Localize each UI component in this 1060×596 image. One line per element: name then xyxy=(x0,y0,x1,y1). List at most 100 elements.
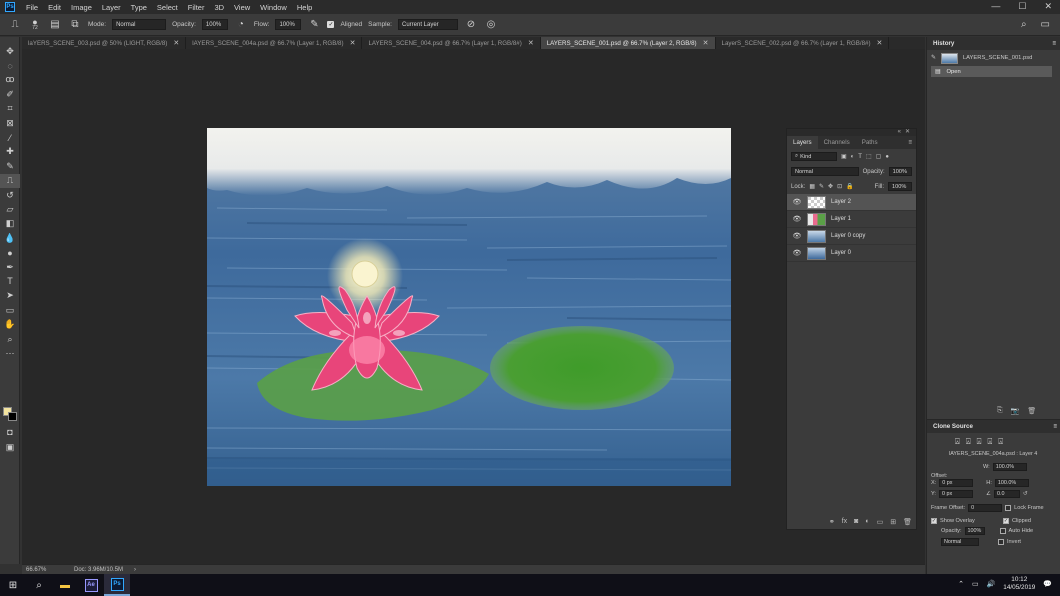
collapse-icon[interactable]: « xyxy=(898,129,901,136)
brush-preset-picker[interactable]: ● 72 xyxy=(28,17,42,32)
close-panel-icon[interactable]: ✕ xyxy=(905,129,910,136)
tab-layers-scene-004a[interactable]: lAYERS_SCENE_004a.psd @ 66.7% (Layer 1, … xyxy=(186,37,363,49)
overlay-mode-select[interactable]: Normal xyxy=(941,538,979,546)
visibility-eye-icon[interactable]: 👁 xyxy=(792,198,802,206)
tab-paths[interactable]: Paths xyxy=(856,136,884,149)
menu-type[interactable]: Type xyxy=(126,3,152,12)
tab-channels[interactable]: Channels xyxy=(818,136,856,149)
airbrush-icon[interactable]: ✎ xyxy=(307,18,321,32)
blend-mode-select[interactable]: Normal xyxy=(791,167,859,176)
screen-mode-icon[interactable]: ▣ xyxy=(0,440,20,454)
menu-filter[interactable]: Filter xyxy=(183,3,210,12)
overlay-opacity-field[interactable]: 100% xyxy=(964,527,985,535)
menu-3d[interactable]: 3D xyxy=(209,3,229,12)
fill-field[interactable]: 100% xyxy=(888,182,912,191)
rectangle-tool-icon[interactable]: ▭ xyxy=(0,303,20,317)
filter-shape-icon[interactable]: ⬚ xyxy=(866,153,872,160)
dodge-tool-icon[interactable]: ● xyxy=(0,245,20,259)
quick-select-tool-icon[interactable]: ✐ xyxy=(0,87,20,101)
filter-kind-select[interactable]: ⌕ Kind xyxy=(791,152,837,161)
path-select-tool-icon[interactable]: ➤ xyxy=(0,289,20,303)
lock-frame-checkbox[interactable] xyxy=(1005,505,1012,511)
layer-row[interactable]: 👁 Layer 1 xyxy=(787,211,916,228)
move-tool-icon[interactable]: ✥ xyxy=(0,44,20,58)
clone-source-1-icon[interactable]: ⍓ xyxy=(955,437,960,447)
lock-transparent-icon[interactable]: ▦ xyxy=(809,183,815,190)
file-explorer-icon[interactable]: ▬ xyxy=(52,574,78,596)
visibility-eye-icon[interactable]: 👁 xyxy=(792,249,802,257)
menu-window[interactable]: Window xyxy=(255,3,292,12)
close-tab-icon[interactable]: ✕ xyxy=(173,39,179,47)
opacity-field[interactable]: 100% xyxy=(201,19,228,30)
menu-file[interactable]: File xyxy=(21,3,43,12)
history-title[interactable]: History xyxy=(933,40,954,47)
volume-icon[interactable]: 🔊 xyxy=(987,580,996,588)
panel-menu-icon[interactable]: ≡ xyxy=(1053,423,1057,430)
menu-layer[interactable]: Layer xyxy=(97,3,126,12)
visibility-eye-icon[interactable]: 👁 xyxy=(792,215,802,223)
show-overlay-checkbox[interactable]: ✓ xyxy=(931,518,937,524)
healing-brush-tool-icon[interactable]: ✚ xyxy=(0,145,20,159)
clone-source-4-icon[interactable]: ⍓ xyxy=(987,437,992,447)
mode-select[interactable]: Normal xyxy=(112,19,167,30)
lock-artboard-icon[interactable]: ⊡ xyxy=(837,183,842,190)
panel-menu-icon[interactable]: ≡ xyxy=(1052,40,1056,47)
brush-tool-icon[interactable]: ✎ xyxy=(0,159,20,173)
width-scale-field[interactable]: 100.0% xyxy=(992,463,1027,471)
snapshot-camera-icon[interactable]: 📷 xyxy=(1011,407,1020,415)
x-offset-field[interactable]: 0 px xyxy=(939,479,974,487)
quick-mask-icon[interactable]: ◘ xyxy=(0,425,20,439)
visibility-eye-icon[interactable]: 👁 xyxy=(792,232,802,240)
layer-style-icon[interactable]: fx xyxy=(842,518,847,526)
tab-layers-scene-001[interactable]: LAYERS_SCENE_001.psd @ 66.7% (Layer 2, R… xyxy=(540,37,716,49)
reset-transform-icon[interactable]: ↺ xyxy=(1023,491,1028,497)
layer-opacity-field[interactable]: 100% xyxy=(888,167,912,176)
tab-layers-scene-003[interactable]: laYERS_SCENE_003.psd @ 50% (LIGHT, RGB/8… xyxy=(22,37,187,49)
tray-chevron-icon[interactable]: ⌃ xyxy=(958,580,964,588)
menu-image[interactable]: Image xyxy=(66,3,97,12)
marquee-tool-icon[interactable]: ◌ xyxy=(0,58,20,72)
eraser-tool-icon[interactable]: ▱ xyxy=(0,202,20,216)
frame-offset-field[interactable]: 0 xyxy=(968,504,1003,512)
workspace-icon[interactable]: ▭ xyxy=(1041,19,1050,30)
auto-hide-checkbox[interactable] xyxy=(999,528,1006,534)
tab-layers-scene-002[interactable]: LayerS_SCENE_002.psd @ 66.7% (Layer 1, R… xyxy=(716,37,890,49)
new-document-from-state-icon[interactable]: ⎘ xyxy=(997,407,1003,415)
toggle-brush-panel-icon[interactable]: ▤ xyxy=(48,18,62,32)
flow-field[interactable]: 100% xyxy=(275,19,302,30)
clipped-checkbox[interactable]: ✓ xyxy=(1003,518,1009,524)
delete-layer-icon[interactable]: 🗑 xyxy=(903,518,912,526)
filter-type-icon[interactable]: T xyxy=(858,154,862,160)
layer-row[interactable]: 👁 Layer 0 xyxy=(787,245,916,262)
document-canvas[interactable] xyxy=(207,128,731,486)
blur-tool-icon[interactable]: 💧 xyxy=(0,231,20,245)
close-tab-icon[interactable]: ✕ xyxy=(877,39,883,47)
close-button[interactable]: ✕ xyxy=(1044,1,1052,12)
network-icon[interactable]: ▭ xyxy=(972,580,979,588)
background-color-swatch[interactable] xyxy=(8,412,17,421)
add-mask-icon[interactable]: ◙ xyxy=(854,518,858,526)
lock-image-icon[interactable]: ✎ xyxy=(819,183,824,190)
delete-state-icon[interactable]: 🗑 xyxy=(1027,407,1036,415)
menu-edit[interactable]: Edit xyxy=(43,3,66,12)
tab-layers-scene-004[interactable]: LAYERS_SCENE_004.psd @ 66.7% (Layer 1, R… xyxy=(362,37,541,49)
layer-row[interactable]: 👁 Layer 2 xyxy=(787,194,916,211)
ignore-adjustment-layers-icon[interactable]: ⊘ xyxy=(464,18,478,32)
close-tab-icon[interactable]: ✕ xyxy=(350,39,356,47)
lock-position-icon[interactable]: ✥ xyxy=(828,183,833,190)
clone-source-3-icon[interactable]: ⍓ xyxy=(977,437,982,447)
maximize-button[interactable]: ☐ xyxy=(1018,1,1026,12)
panel-menu-icon[interactable]: ≡ xyxy=(908,139,916,146)
sample-select[interactable]: Current Layer xyxy=(398,19,458,30)
crop-tool-icon[interactable]: ⌗ xyxy=(0,102,20,116)
new-group-icon[interactable]: ▭ xyxy=(877,518,884,526)
notifications-icon[interactable]: 💬 xyxy=(1043,580,1052,588)
tab-layers[interactable]: Layers xyxy=(787,136,818,149)
filter-toggle-icon[interactable]: ● xyxy=(885,154,889,160)
new-layer-icon[interactable]: ⊞ xyxy=(890,518,896,526)
clone-source-2-icon[interactable]: ⍓ xyxy=(966,437,971,447)
type-tool-icon[interactable]: T xyxy=(0,274,20,288)
after-effects-app[interactable]: Ae xyxy=(78,574,104,596)
minimize-button[interactable]: — xyxy=(991,1,1000,12)
menu-select[interactable]: Select xyxy=(152,3,183,12)
